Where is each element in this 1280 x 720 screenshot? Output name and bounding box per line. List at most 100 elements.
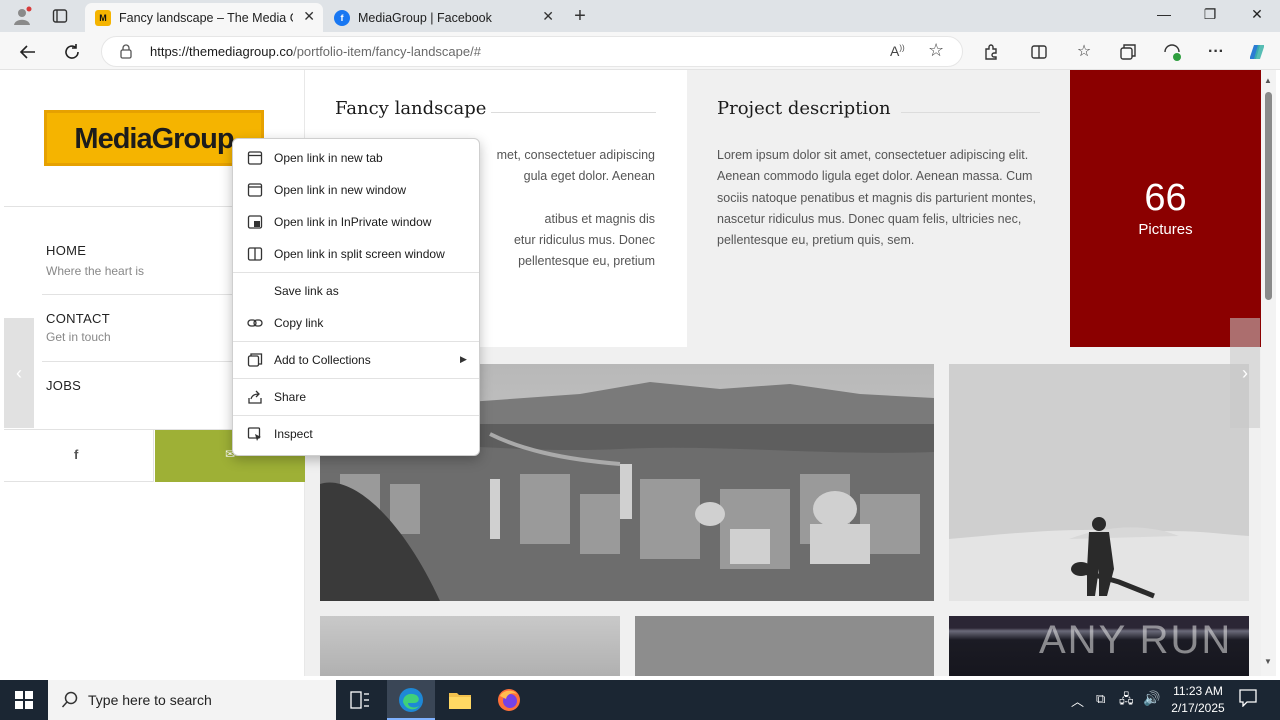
menu-item-label: Save link as	[274, 284, 339, 298]
url-text[interactable]: https://themediagroup.co/portfolio-item/…	[150, 44, 481, 59]
copilot-icon[interactable]	[1246, 41, 1268, 63]
tab-title: MediaGroup | Facebook	[358, 10, 492, 25]
browser-essentials-icon[interactable]	[1161, 41, 1183, 63]
menu-item-inspect[interactable]: Inspect	[233, 419, 479, 449]
mediagroup-logo[interactable]: MediaGroup	[44, 110, 264, 166]
tab-title: Fancy landscape – The Media Group	[119, 10, 293, 25]
scroll-thumb[interactable]	[1265, 92, 1272, 300]
new-window-icon	[247, 182, 263, 198]
url-host: https://themediagroup.co	[150, 44, 294, 59]
project-description: Lorem ipsum dolor sit amet, consectetuer…	[717, 148, 1036, 248]
split-screen-icon	[247, 246, 263, 262]
inprivate-icon	[247, 214, 263, 230]
menu-item-open-new-window[interactable]: Open link in new window	[233, 175, 479, 205]
menu-item-open-inprivate[interactable]: Open link in InPrivate window	[233, 207, 479, 237]
clock-time[interactable]: 11:23 AM	[1168, 684, 1228, 698]
favorite-star-icon[interactable]: ☆	[928, 40, 944, 61]
notifications-icon[interactable]	[1239, 689, 1257, 710]
firefox-icon[interactable]	[497, 688, 521, 717]
collections-icon[interactable]	[1117, 41, 1139, 63]
favorites-icon[interactable]: ☆	[1073, 41, 1095, 63]
more-options-icon[interactable]: ···	[1205, 41, 1227, 63]
menu-item-label: Inspect	[274, 427, 313, 441]
nav-subtitle: Get in touch	[46, 330, 111, 344]
logo-text: MediaGroup	[74, 123, 234, 155]
photo-bottom-3[interactable]: ANY RUN	[949, 616, 1249, 676]
project-heading-underline	[901, 112, 1040, 113]
context-menu: Open link in new tab Open link in new wi…	[232, 138, 480, 456]
taskbar-search[interactable]: Type here to search	[48, 680, 336, 720]
photo-bottom-2[interactable]	[635, 616, 934, 676]
volume-icon[interactable]: 🔊	[1143, 690, 1160, 707]
page-title: Fancy landscape	[335, 98, 487, 119]
menu-item-label: Open link in new window	[274, 183, 407, 197]
menu-item-save-link-as[interactable]: Save link as	[233, 276, 479, 306]
submenu-arrow-icon: ▶	[460, 354, 467, 364]
meet-now-icon[interactable]: ⧉	[1096, 691, 1105, 707]
mediagroup-favicon: M	[95, 9, 111, 26]
menu-item-label: Add to Collections	[274, 353, 371, 367]
lock-icon[interactable]	[120, 44, 132, 59]
collections-icon	[247, 352, 263, 368]
link-icon	[247, 315, 263, 331]
next-arrow-icon[interactable]: ›	[1230, 318, 1260, 428]
vertical-scrollbar[interactable]: ▲ ▼	[1261, 70, 1276, 676]
search-placeholder: Type here to search	[88, 692, 212, 708]
task-view-icon[interactable]	[350, 691, 370, 714]
url-path: /portfolio-item/fancy-landscape/#	[293, 44, 481, 59]
nav-title: CONTACT	[46, 311, 110, 326]
menu-item-open-new-tab[interactable]: Open link in new tab	[233, 143, 479, 173]
tab-fancy-landscape[interactable]: M Fancy landscape – The Media Group ✕	[85, 3, 323, 32]
facebook-favicon: f	[334, 9, 350, 26]
close-tab-icon[interactable]: ✕	[542, 8, 554, 25]
scroll-up-icon[interactable]: ▲	[1264, 76, 1272, 85]
extensions-icon[interactable]	[980, 41, 1002, 63]
edge-taskbar-icon[interactable]	[387, 680, 435, 720]
menu-item-label: Copy link	[274, 316, 324, 330]
menu-item-open-split-screen[interactable]: Open link in split screen window	[233, 239, 479, 269]
photo-desert-guitarist[interactable]	[949, 364, 1249, 601]
menu-item-add-to-collections[interactable]: Add to Collections ▶	[233, 345, 479, 375]
clock-date[interactable]: 2/17/2025	[1166, 701, 1230, 715]
file-explorer-icon[interactable]	[448, 690, 472, 715]
prev-arrow-icon[interactable]: ‹	[4, 318, 34, 428]
share-icon	[247, 389, 263, 405]
start-button[interactable]	[15, 691, 33, 709]
address-bar[interactable]: https://themediagroup.co/portfolio-item/…	[101, 36, 963, 67]
profile-icon[interactable]	[12, 6, 32, 26]
network-icon[interactable]: 🖧	[1119, 690, 1134, 712]
split-screen-icon[interactable]	[1028, 41, 1050, 63]
restore-button[interactable]: ❐	[1198, 6, 1222, 23]
facebook-button[interactable]: f	[4, 430, 154, 482]
menu-item-label: Open link in split screen window	[274, 247, 445, 261]
counter-label: Pictures	[1138, 221, 1193, 238]
search-icon	[61, 691, 79, 714]
new-tab-button[interactable]: +	[568, 4, 592, 28]
tab-bar: M Fancy landscape – The Media Group ✕ f …	[0, 0, 1280, 32]
show-hidden-icons-icon[interactable]: ︿	[1071, 691, 1084, 710]
menu-item-label: Share	[274, 390, 307, 404]
menu-item-share[interactable]: Share	[233, 382, 479, 412]
photo-bottom-1[interactable]	[320, 616, 620, 676]
menu-item-copy-link[interactable]: Copy link	[233, 308, 479, 338]
tab-actions-icon[interactable]	[52, 8, 68, 24]
back-icon[interactable]	[17, 41, 39, 63]
refresh-icon[interactable]	[61, 41, 83, 63]
scroll-down-icon[interactable]: ▼	[1264, 657, 1272, 666]
menu-separator	[233, 378, 479, 379]
read-aloud-icon[interactable]: A))	[890, 43, 905, 59]
project-heading: Project description	[717, 98, 891, 119]
title-underline	[491, 112, 656, 113]
counter-number: 66	[1144, 177, 1187, 219]
menu-separator	[233, 272, 479, 273]
browser-toolbar: https://themediagroup.co/portfolio-item/…	[0, 32, 1280, 70]
pictures-counter: 66 Pictures	[1070, 70, 1261, 347]
nav-subtitle: Where the heart is	[46, 264, 145, 278]
tab-facebook[interactable]: f MediaGroup | Facebook ✕	[324, 3, 562, 32]
nav-title: HOME	[46, 243, 87, 258]
minimize-button[interactable]: —	[1152, 6, 1176, 22]
new-tab-icon	[247, 150, 263, 166]
menu-item-label: Open link in new tab	[274, 151, 383, 165]
close-window-button[interactable]: ✕	[1245, 6, 1269, 23]
close-tab-icon[interactable]: ✕	[303, 8, 315, 25]
